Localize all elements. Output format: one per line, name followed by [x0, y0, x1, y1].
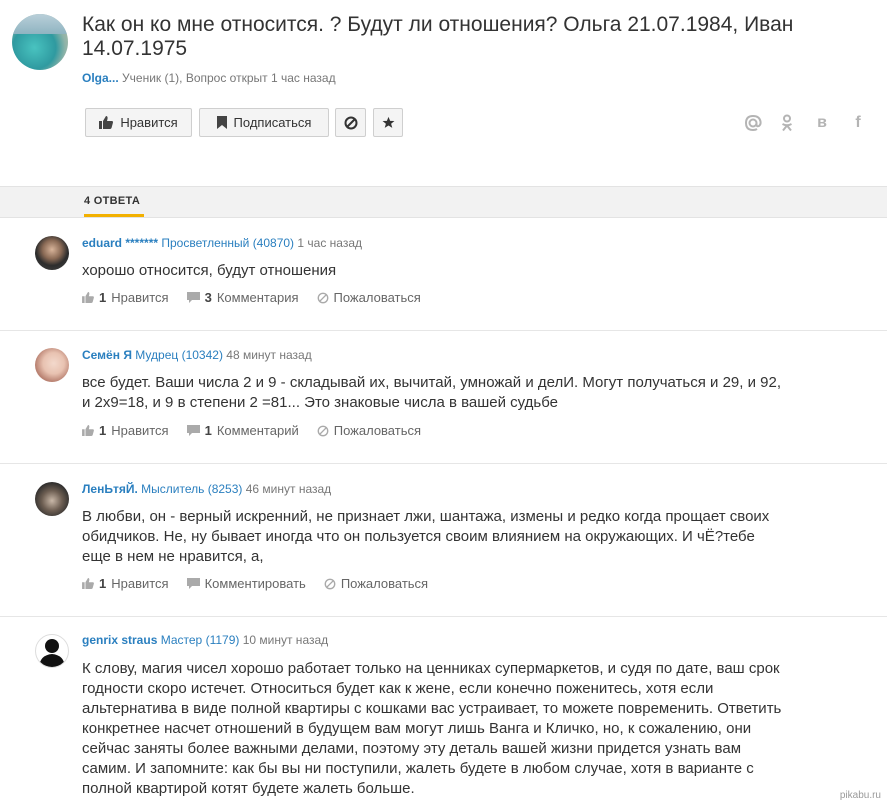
no-photo-avatar-icon	[39, 639, 65, 667]
answer-author-rank[interactable]: Мудрец (10342)	[135, 348, 223, 362]
tab-answers-underline	[84, 214, 144, 217]
answer-author-rank[interactable]: Мыслитель (8253)	[141, 482, 242, 496]
watermark: pikabu.ru	[839, 790, 881, 801]
comment-icon	[186, 424, 200, 436]
comment-label: Комментарий	[216, 423, 299, 438]
answer-author-name[interactable]: ЛенЬтяЙ.	[82, 482, 138, 496]
mail-share-icon[interactable]	[743, 113, 763, 133]
avatar[interactable]	[35, 634, 69, 668]
answer-actions: 1 Нравится 3 Комментария Пожаловаться	[82, 290, 439, 305]
report-icon	[324, 578, 336, 589]
subscribe-button-label: Подписаться	[233, 115, 312, 130]
answer-like-button[interactable]: 1 Нравится	[82, 290, 169, 305]
block-button[interactable]	[335, 108, 366, 137]
thumbs-up-icon	[82, 425, 94, 436]
report-label: Пожаловаться	[333, 290, 421, 305]
comment-count: 3	[204, 290, 212, 305]
answer-author-name[interactable]: eduard *******	[82, 236, 158, 250]
answer-text: К слову, магия чисел хорошо работает тол…	[82, 660, 782, 797]
block-icon	[344, 116, 357, 129]
like-label: Нравится	[111, 290, 169, 305]
answer-text: все будет. Ваши числа 2 и 9 - складывай …	[82, 374, 781, 411]
avatar[interactable]	[35, 236, 69, 270]
question-meta-text: Ученик (1), Вопрос открыт 1 час назад	[122, 71, 336, 85]
question-author-name[interactable]: Olga...	[82, 71, 119, 85]
answer-comments-button[interactable]: 1 Комментарий	[186, 423, 299, 438]
answer-like-button[interactable]: 1 Нравится	[82, 423, 169, 438]
answer-time: 1 час назад	[297, 236, 363, 250]
star-icon	[382, 116, 394, 128]
answer-actions: 1 Нравится 1 Комментарий Пожаловаться	[82, 423, 439, 438]
like-button-label: Нравится	[120, 115, 178, 130]
comment-label: Комментировать	[204, 576, 306, 591]
question-meta: Olga... Ученик (1), Вопрос открыт 1 час …	[82, 71, 336, 85]
answer-report-button[interactable]: Пожаловаться	[317, 423, 421, 438]
like-label: Нравится	[111, 423, 169, 438]
report-icon	[317, 292, 328, 303]
answer-author-rank[interactable]: Мастер (1179)	[161, 633, 240, 647]
answer-comment-button[interactable]: Комментировать	[186, 576, 306, 591]
answer-time: 48 минут назад	[226, 348, 312, 362]
answer-header: Семён Я Мудрец (10342) 48 минут назад	[82, 348, 312, 362]
like-count: 1	[99, 423, 107, 438]
answers-tab-bar: 4 ОТВЕТА	[0, 186, 887, 218]
question-title: Как он ко мне относится. ? Будут ли отно…	[82, 13, 794, 60]
answer-header: genrix straus Мастер (1179) 10 минут наз…	[82, 633, 328, 647]
like-label: Нравится	[111, 576, 169, 591]
odnoklassniki-share-icon[interactable]	[777, 113, 797, 133]
answer-report-button[interactable]: Пожаловаться	[317, 290, 421, 305]
answer-divider	[0, 330, 887, 331]
comment-icon	[186, 577, 200, 589]
answer-header: ЛенЬтяЙ. Мыслитель (8253) 46 минут назад	[82, 482, 331, 496]
like-button[interactable]: Нравится	[85, 108, 192, 137]
answer-report-button[interactable]: Пожаловаться	[324, 576, 428, 591]
answer-author-rank[interactable]: Просветленный (40870)	[161, 236, 294, 250]
answer-like-button[interactable]: 1 Нравится	[82, 576, 169, 591]
comment-label: Комментария	[216, 290, 299, 305]
answer-divider	[0, 616, 887, 617]
favorite-button[interactable]	[373, 108, 403, 137]
answer-actions: 1 Нравится Комментировать Пожаловаться	[82, 576, 446, 591]
like-count: 1	[99, 576, 107, 591]
answer-divider	[0, 463, 887, 464]
answer-time: 10 минут назад	[242, 633, 329, 647]
report-icon	[317, 425, 329, 436]
avatar[interactable]	[35, 348, 69, 382]
answer-comments-button[interactable]: 3 Комментария	[186, 290, 299, 305]
report-label: Пожаловаться	[340, 576, 429, 591]
answer-time: 46 минут назад	[245, 482, 332, 496]
answer-author-name[interactable]: Семён Я	[82, 348, 132, 362]
answer-author-name[interactable]: genrix straus	[82, 633, 157, 647]
question-author-avatar[interactable]	[12, 14, 68, 70]
report-label: Пожаловаться	[333, 423, 422, 438]
comment-icon	[186, 291, 200, 303]
answer-text: хорошо относится, будут отношения	[82, 262, 337, 279]
like-count: 1	[99, 290, 107, 305]
subscribe-button[interactable]: Подписаться	[199, 108, 329, 137]
thumbs-up-icon	[99, 116, 114, 129]
answer-text: В любви, он - верный искренний, не призн…	[82, 508, 770, 565]
comment-count: 1	[204, 423, 212, 438]
bookmark-icon	[216, 116, 227, 129]
vk-share-icon[interactable]: в	[812, 113, 832, 133]
tab-answers[interactable]: 4 ОТВЕТА	[84, 195, 140, 207]
facebook-share-icon[interactable]: f	[848, 113, 868, 133]
thumbs-up-icon	[82, 578, 94, 589]
answer-header: eduard ******* Просветленный (40870) 1 ч…	[82, 236, 362, 250]
thumbs-up-icon	[82, 292, 94, 303]
avatar[interactable]	[35, 482, 69, 516]
